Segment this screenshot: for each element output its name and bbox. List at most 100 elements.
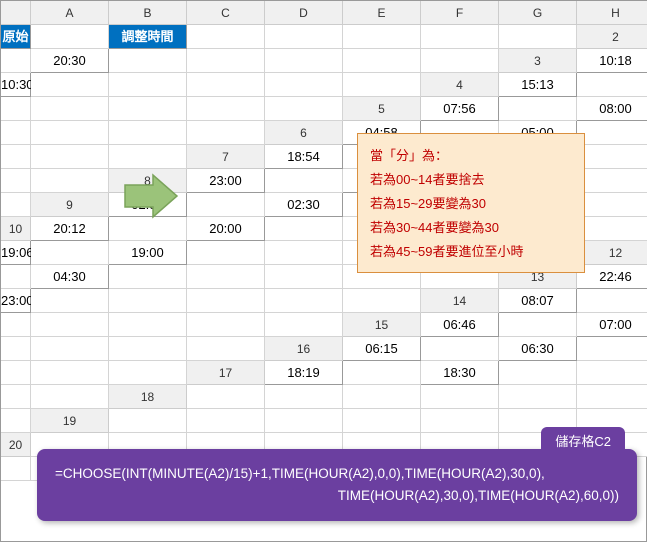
col-header[interactable]: D bbox=[265, 1, 343, 25]
row-header[interactable]: 2 bbox=[577, 25, 647, 49]
row-header[interactable]: 20 bbox=[1, 433, 31, 457]
cell[interactable] bbox=[187, 409, 265, 433]
cell[interactable] bbox=[343, 73, 421, 97]
cell[interactable] bbox=[1, 169, 31, 193]
cell[interactable]: 18:19 bbox=[265, 361, 343, 385]
cell[interactable] bbox=[499, 385, 577, 409]
cell[interactable] bbox=[421, 409, 499, 433]
cell[interactable] bbox=[187, 193, 265, 217]
cell[interactable] bbox=[265, 73, 343, 97]
cell[interactable] bbox=[343, 289, 421, 313]
cell[interactable] bbox=[265, 289, 343, 313]
cell[interactable]: 07:56 bbox=[421, 97, 499, 121]
cell[interactable]: 10:30 bbox=[1, 73, 31, 97]
cell[interactable] bbox=[265, 169, 343, 193]
row-header[interactable]: 3 bbox=[499, 49, 577, 73]
row-header[interactable]: 10 bbox=[1, 217, 31, 241]
row-header[interactable]: 12 bbox=[577, 241, 647, 265]
cell[interactable] bbox=[109, 217, 187, 241]
cell[interactable] bbox=[187, 337, 265, 361]
cell[interactable]: 15:13 bbox=[499, 73, 577, 97]
cell[interactable] bbox=[265, 217, 343, 241]
cell[interactable] bbox=[1, 409, 31, 433]
cell[interactable] bbox=[109, 289, 187, 313]
cell[interactable]: 23:00 bbox=[187, 169, 265, 193]
col-header[interactable]: B bbox=[109, 1, 187, 25]
cell[interactable]: 18:30 bbox=[421, 361, 499, 385]
cell[interactable] bbox=[265, 409, 343, 433]
cell[interactable] bbox=[1, 145, 31, 169]
col-header[interactable]: C bbox=[187, 1, 265, 25]
cell[interactable] bbox=[31, 169, 109, 193]
cell[interactable]: 02:30 bbox=[265, 193, 343, 217]
cell[interactable] bbox=[187, 385, 265, 409]
cell[interactable] bbox=[187, 121, 265, 145]
cell[interactable] bbox=[577, 337, 647, 361]
cell[interactable] bbox=[499, 313, 577, 337]
cell[interactable] bbox=[109, 265, 187, 289]
cell[interactable] bbox=[187, 97, 265, 121]
cell[interactable]: 23:00 bbox=[1, 289, 31, 313]
cell[interactable] bbox=[31, 361, 109, 385]
cell[interactable] bbox=[1, 457, 31, 481]
cell[interactable]: 22:46 bbox=[577, 265, 647, 289]
col-header[interactable]: H bbox=[577, 1, 647, 25]
row-header[interactable]: 14 bbox=[421, 289, 499, 313]
cell[interactable] bbox=[499, 361, 577, 385]
cell[interactable] bbox=[577, 361, 647, 385]
cell[interactable] bbox=[343, 25, 421, 49]
cell[interactable] bbox=[187, 73, 265, 97]
cell[interactable] bbox=[31, 385, 109, 409]
cell[interactable] bbox=[577, 169, 647, 193]
cell[interactable] bbox=[1, 337, 31, 361]
cell[interactable]: 原始時間 bbox=[1, 25, 31, 49]
row-header[interactable]: 4 bbox=[421, 73, 499, 97]
cell[interactable] bbox=[109, 145, 187, 169]
row-header[interactable]: 7 bbox=[187, 145, 265, 169]
cell[interactable] bbox=[1, 193, 31, 217]
cell[interactable] bbox=[421, 385, 499, 409]
row-header[interactable]: 5 bbox=[343, 97, 421, 121]
cell[interactable] bbox=[343, 49, 421, 73]
cell[interactable] bbox=[187, 25, 265, 49]
cell[interactable] bbox=[31, 313, 109, 337]
row-header[interactable]: 9 bbox=[31, 193, 109, 217]
cell[interactable] bbox=[265, 385, 343, 409]
cell[interactable] bbox=[31, 25, 109, 49]
cell[interactable] bbox=[577, 145, 647, 169]
cell[interactable] bbox=[499, 25, 577, 49]
cell[interactable] bbox=[577, 385, 647, 409]
cell[interactable] bbox=[31, 337, 109, 361]
cell[interactable] bbox=[109, 361, 187, 385]
cell[interactable] bbox=[265, 49, 343, 73]
cell[interactable] bbox=[265, 241, 343, 265]
cell[interactable] bbox=[109, 49, 187, 73]
cell[interactable]: 19:00 bbox=[109, 241, 187, 265]
cell[interactable]: 調整時間 bbox=[109, 25, 187, 49]
cell[interactable] bbox=[109, 409, 187, 433]
cell[interactable] bbox=[31, 73, 109, 97]
cell[interactable] bbox=[343, 409, 421, 433]
cell[interactable] bbox=[109, 121, 187, 145]
cell[interactable]: 08:00 bbox=[577, 97, 647, 121]
cell[interactable] bbox=[31, 121, 109, 145]
cell[interactable]: 20:00 bbox=[187, 217, 265, 241]
cell[interactable] bbox=[265, 97, 343, 121]
row-header[interactable]: 16 bbox=[265, 337, 343, 361]
cell[interactable] bbox=[1, 97, 31, 121]
cell[interactable]: 20:12 bbox=[31, 217, 109, 241]
cell[interactable]: 06:15 bbox=[343, 337, 421, 361]
cell[interactable] bbox=[31, 97, 109, 121]
cell[interactable]: 10:18 bbox=[577, 49, 647, 73]
cell[interactable] bbox=[577, 73, 647, 97]
cell[interactable] bbox=[577, 217, 647, 241]
cell[interactable] bbox=[421, 25, 499, 49]
row-header[interactable]: 17 bbox=[187, 361, 265, 385]
cell[interactable]: 08:07 bbox=[499, 289, 577, 313]
cell[interactable]: 06:30 bbox=[499, 337, 577, 361]
cell[interactable] bbox=[577, 289, 647, 313]
row-header[interactable]: 15 bbox=[343, 313, 421, 337]
cell[interactable] bbox=[265, 25, 343, 49]
cell[interactable] bbox=[577, 193, 647, 217]
col-header[interactable]: F bbox=[421, 1, 499, 25]
